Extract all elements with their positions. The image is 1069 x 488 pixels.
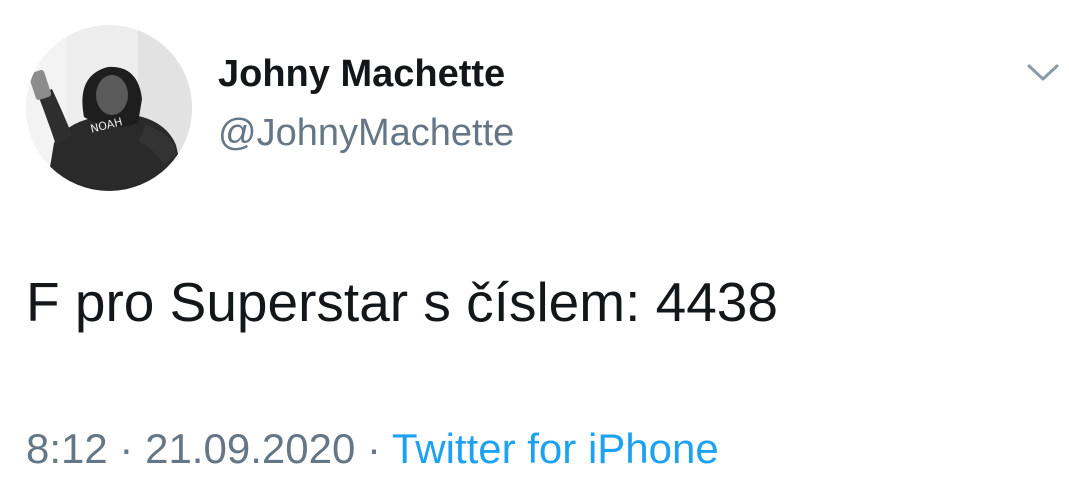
tweet-source-link[interactable]: Twitter for iPhone [392,425,719,472]
author-name[interactable]: Johny Machette [218,53,505,96]
tweet-time[interactable]: 8:12 [26,425,108,472]
tweet-meta: 8:12 · 21.09.2020 · Twitter for iPhone [26,425,719,473]
tweet-card: NOAH Johny Machette @JohnyMachette F pro… [0,0,1069,488]
chevron-down-icon[interactable] [1026,60,1060,84]
avatar-photo: NOAH [26,25,192,191]
author-handle[interactable]: @JohnyMachette [218,112,514,155]
tweet-text: F pro Superstar s číslem: 4438 [26,271,778,333]
meta-separator: · [119,425,134,472]
meta-separator: · [366,425,381,472]
avatar[interactable]: NOAH [26,25,192,191]
tweet-date[interactable]: 21.09.2020 [145,425,355,472]
